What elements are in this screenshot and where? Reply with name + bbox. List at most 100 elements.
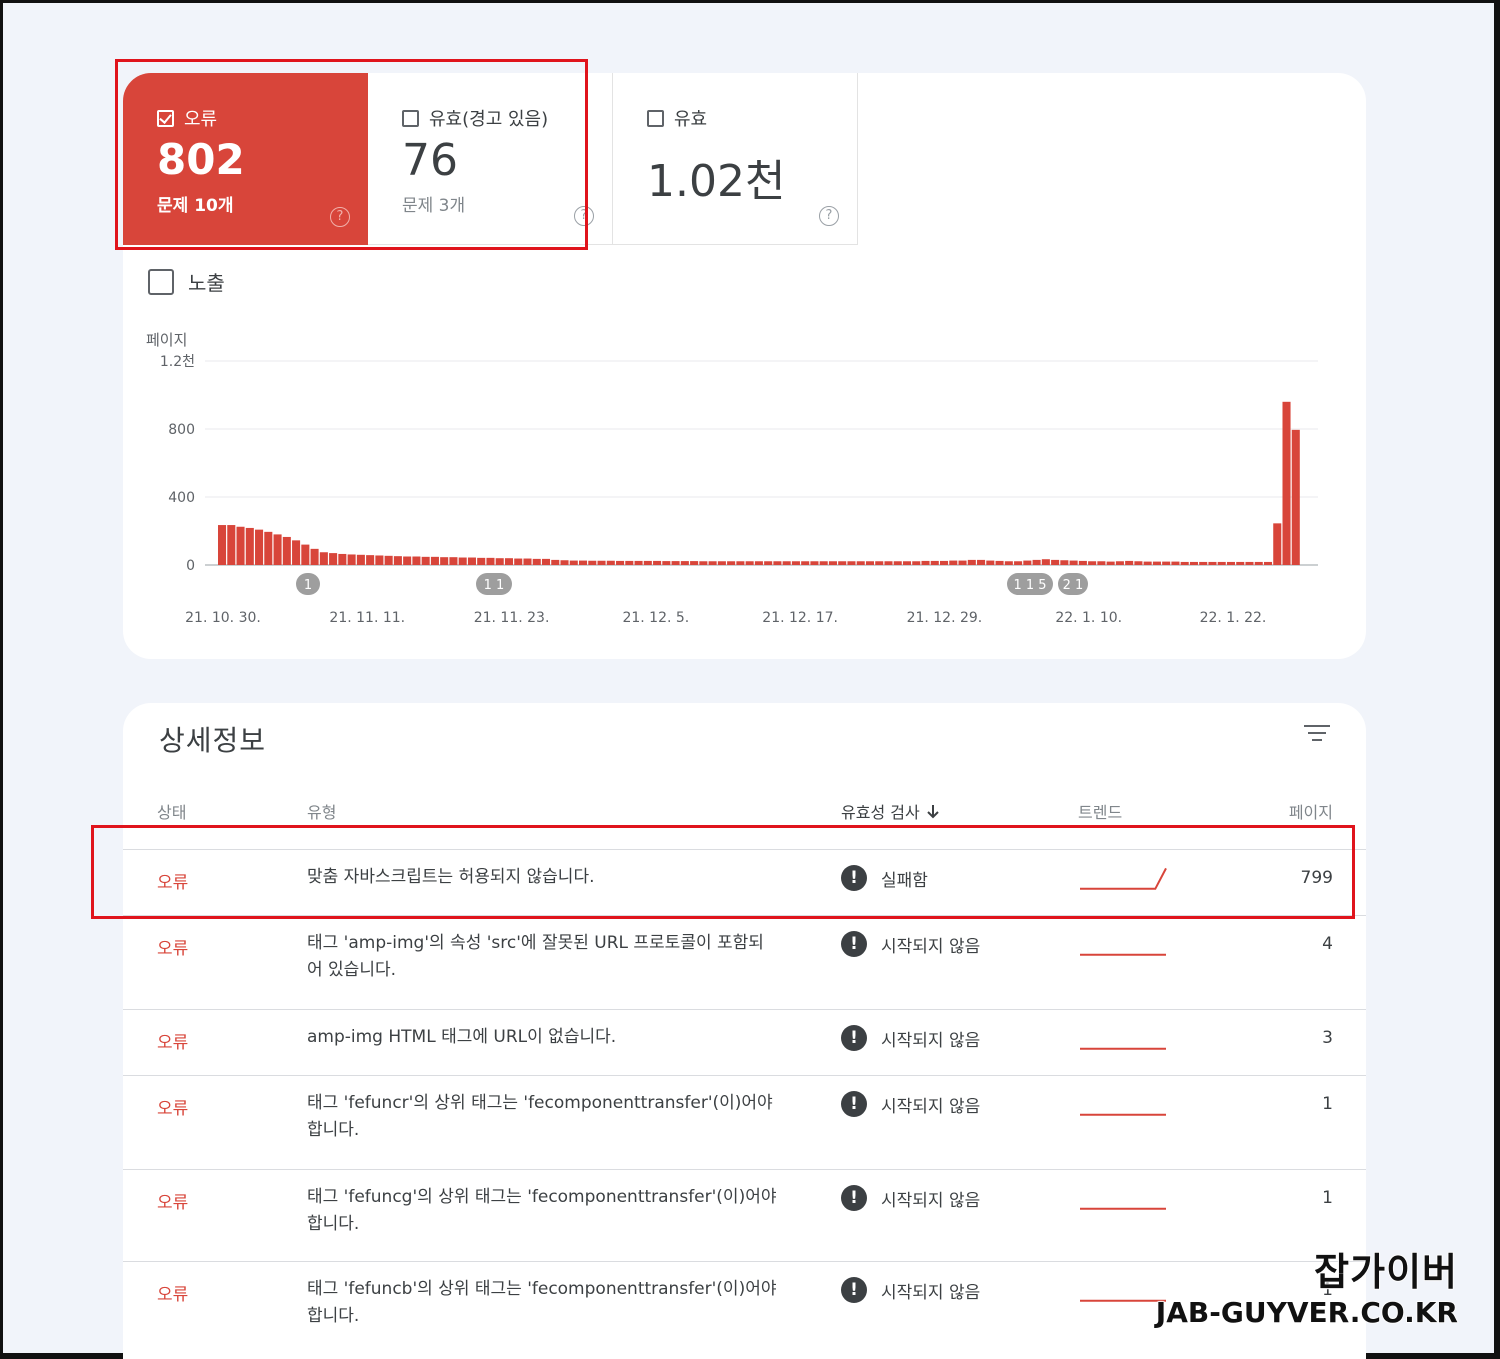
chart-bar [671,561,680,565]
chart-bar [264,531,273,565]
chart-bar [949,560,958,565]
chart-bar [347,554,356,565]
chart-bar [1273,523,1282,565]
chart-bar [329,553,338,565]
chart-bar [884,561,893,565]
chart-bar [495,558,504,565]
chart-grid [205,360,1318,566]
chart-bar [236,526,245,565]
chart-bar [690,561,699,565]
exposure-toggle[interactable]: 노출 [148,267,225,296]
chart-bar [319,552,328,565]
column-header-pages[interactable]: 페이지 [1289,799,1333,823]
chart-bar [1199,561,1208,565]
checkbox-icon[interactable] [647,109,664,127]
annotation-label: 1 1 [484,578,505,593]
chart-bar [1143,561,1152,565]
chart-bar [616,560,625,565]
chart-bar [1226,561,1236,565]
column-header-status[interactable]: 상태 [157,799,186,823]
chart-bar [218,525,227,565]
table-row[interactable]: 오류 태그 'amp-img'의 속성 'src'에 잘못된 URL 프로토콜이 … [123,915,1366,1009]
chart-bar [1236,561,1245,565]
chart-bar [1014,561,1023,565]
chart-bar [995,560,1004,565]
alert-icon: ! [841,1277,867,1303]
row-validation-label: 시작되지 않음 [881,1030,981,1051]
row-pages: 3 [1322,1028,1333,1048]
chart-y-ticks: 0 400 800 1.2천 [160,354,195,574]
x-tick-label: 21. 12. 5. [622,610,689,626]
chart-bar [449,557,458,565]
chart-bar [292,540,301,565]
chart-bar [551,559,560,565]
column-header-validation[interactable]: 유효성 검사 [841,799,940,823]
arrow-down-icon [926,805,939,819]
chart-bar [579,560,588,565]
chart-bar [1189,561,1198,565]
y-tick-label: 400 [168,490,195,506]
watermark: 잡가이버 JAB-GUYVER.CO.KR [1155,1241,1459,1330]
chart-bar [1180,561,1189,565]
x-tick-label: 21. 12. 29. [907,610,983,626]
chart-bar [1134,561,1143,565]
chart-bar [653,560,662,565]
chart-bar [606,560,615,565]
row-type: 태그 'fefuncb'의 상위 태그는 'fecomponenttransfe… [307,1279,777,1326]
row-status: 오류 [157,1099,189,1119]
chart-bar [430,556,439,565]
table-row[interactable]: 오류 amp-img HTML 태그에 URL이 없습니다.! 시작되지 않음 3 [123,1009,1366,1075]
chart-bar [421,556,430,565]
annotation-label: 1 1 5 [1013,578,1046,593]
chart-bar [736,561,745,565]
chart-bar [828,561,837,565]
detail-title: 상세정보 [159,724,267,757]
chart-bar [1060,560,1069,565]
row-validation-label: 시작되지 않음 [881,1282,981,1303]
row-validation: ! 시작되지 않음 [841,931,980,957]
row-type: amp-img HTML 태그에 URL이 없습니다. [307,1027,617,1047]
row-type: 태그 'amp-img'의 속성 'src'에 잘못된 URL 프로토콜이 포함… [307,933,764,980]
chart-bar [282,536,291,565]
chart-bar [875,561,884,565]
chart-bar [403,556,412,565]
chart-bar [662,561,671,565]
annotation-marker: 1 1 5 [1007,573,1053,595]
chart-bar [819,561,828,565]
column-header-type[interactable]: 유형 [307,799,336,823]
chart-bar [523,558,532,565]
alert-icon: ! [841,931,867,957]
chart-bar [680,561,689,565]
table-row[interactable]: 오류 태그 'fefuncr'의 상위 태그는 'fecomponenttrans… [123,1075,1366,1169]
filter-icon[interactable] [1304,725,1330,745]
column-header-validation-label: 유효성 검사 [841,803,920,822]
chart-bar [1263,561,1273,565]
chart-bar [1162,561,1171,565]
chart-bar [727,561,736,565]
row-validation-label: 시작되지 않음 [881,1190,981,1211]
row-type: 태그 'fefuncr'의 상위 태그는 'fecomponenttransfe… [307,1093,773,1140]
row-trend-sparkline [1080,1047,1166,1050]
alert-icon: ! [841,1185,867,1211]
chart-bar [856,561,865,565]
chart-bar [958,560,967,565]
help-icon[interactable]: ? [819,206,839,226]
chart-bar [1115,561,1124,565]
chart-bar [310,548,319,565]
y-tick-label: 0 [186,558,195,574]
x-tick-label: 22. 1. 22. [1200,610,1267,626]
checkbox-icon[interactable] [148,268,174,295]
column-header-trend[interactable]: 트렌드 [1078,799,1122,823]
chart-bar [1217,561,1226,565]
chart: 페이지 0 400 800 1.2천 1 1 1 1 1 5 2 1 21. 10. 30.… [143,323,1343,643]
chart-bar [1282,401,1291,565]
chart-bar [745,561,754,565]
row-pages: 1 [1322,1188,1333,1208]
highlight-box-row [91,825,1355,919]
chart-bar [967,559,976,565]
tile-valid[interactable]: 유효 1.02천 ? [613,73,858,245]
page-frame: 오류 802 문제 10개 ? 유효(경고 있음) 76 문제 3개 ? 유효 … [0,0,1500,1359]
chart-bar [940,560,949,565]
row-status: 오류 [157,1285,189,1305]
chart-bar [717,561,726,565]
